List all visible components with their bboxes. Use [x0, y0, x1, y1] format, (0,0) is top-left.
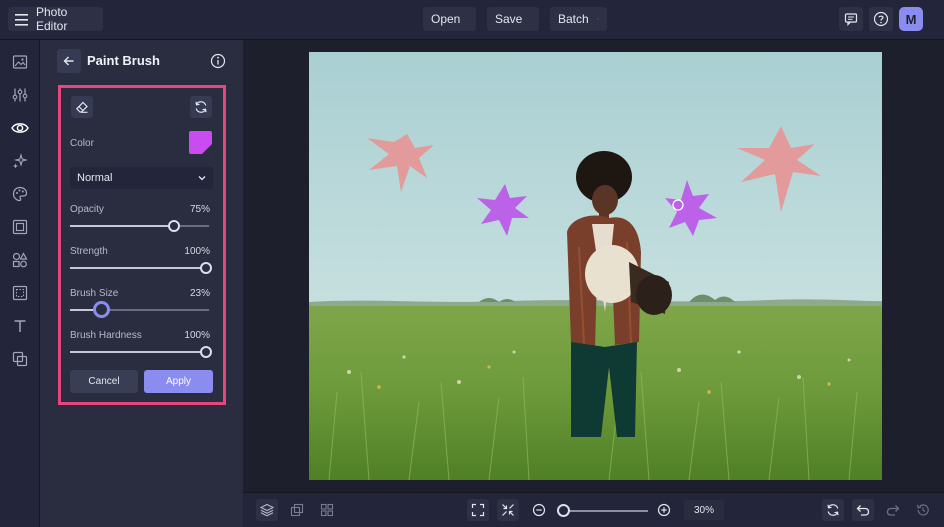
adjustments-icon[interactable]	[10, 85, 30, 105]
user-avatar[interactable]: M	[899, 7, 923, 31]
eraser-button[interactable]	[71, 96, 93, 118]
save-menu-button[interactable]: Save	[487, 7, 539, 31]
grid-icon	[320, 503, 334, 517]
chevron-down-icon	[530, 18, 531, 20]
refresh-icon	[195, 101, 207, 113]
history-button[interactable]	[912, 499, 934, 521]
fit-to-screen-button[interactable]	[467, 499, 489, 521]
color-label: Color	[70, 138, 94, 149]
opacity-slider-track[interactable]	[70, 225, 209, 227]
zoom-out-icon	[532, 503, 546, 517]
zoom-in-button[interactable]	[653, 499, 675, 521]
open-menu-label: Open	[431, 12, 461, 26]
back-button[interactable]	[57, 49, 81, 73]
layers-icon	[260, 503, 274, 517]
feedback-button[interactable]	[839, 7, 863, 31]
brush-hardness-slider-thumb[interactable]	[200, 346, 212, 358]
brush-size-value: 23%	[189, 288, 210, 299]
hamburger-menu-icon[interactable]	[15, 13, 29, 26]
brush-hardness-label: Brush Hardness	[70, 330, 142, 341]
collapse-icon	[502, 504, 514, 516]
eraser-icon	[75, 101, 88, 113]
image-icon[interactable]	[10, 52, 30, 72]
help-button[interactable]	[869, 7, 893, 31]
cancel-button[interactable]: Cancel	[70, 370, 138, 393]
batch-menu-button[interactable]: Batch	[550, 7, 607, 31]
app-title: Photo Editor	[36, 5, 68, 33]
refresh-icon	[827, 504, 839, 516]
brush-hardness-slider-track[interactable]	[70, 351, 209, 353]
apply-button[interactable]: Apply	[144, 370, 213, 393]
color-picker-swatch[interactable]	[189, 131, 212, 154]
undo-icon	[856, 505, 870, 516]
redo-button[interactable]	[882, 499, 904, 521]
compare-button[interactable]	[286, 499, 308, 521]
opacity-value: 75%	[189, 204, 210, 215]
actual-size-button[interactable]	[497, 499, 519, 521]
strength-slider-track[interactable]	[70, 267, 209, 269]
overlays-icon[interactable]	[10, 349, 30, 369]
redo-icon	[886, 505, 900, 516]
batch-menu-label: Batch	[558, 12, 589, 26]
chevron-down-icon	[198, 176, 206, 181]
textures-icon[interactable]	[10, 283, 30, 303]
brush-hardness-value: 100%	[184, 330, 210, 341]
panel-title: Paint Brush	[87, 53, 160, 68]
help-icon	[873, 11, 889, 27]
zoom-out-button[interactable]	[528, 499, 550, 521]
history-icon	[916, 504, 929, 516]
eye-icon[interactable]	[10, 118, 30, 138]
frames-icon[interactable]	[10, 217, 30, 237]
strength-slider-thumb[interactable]	[200, 262, 212, 274]
expand-icon	[471, 503, 485, 517]
strength-value: 100%	[184, 246, 210, 257]
comment-icon	[844, 13, 858, 26]
edited-photo	[309, 52, 882, 480]
zoom-percentage[interactable]: 30%	[684, 500, 724, 520]
blend-mode-select[interactable]: Normal	[70, 167, 213, 189]
compare-icon	[290, 503, 304, 517]
layers-button[interactable]	[256, 499, 278, 521]
arrow-left-icon	[63, 56, 74, 66]
graphics-shapes-icon[interactable]	[10, 250, 30, 270]
zoom-slider-track[interactable]	[557, 510, 648, 512]
info-icon[interactable]	[209, 52, 227, 70]
grid-view-button[interactable]	[316, 499, 338, 521]
sync-button[interactable]	[822, 499, 844, 521]
zoom-in-icon	[657, 503, 671, 517]
effects-sparkle-icon[interactable]	[10, 151, 30, 171]
artsy-palette-icon[interactable]	[10, 184, 30, 204]
zoom-slider-thumb[interactable]	[557, 504, 570, 517]
strength-label: Strength	[70, 246, 108, 257]
brush-size-label: Brush Size	[70, 288, 119, 299]
opacity-label: Opacity	[70, 204, 104, 215]
reset-button[interactable]	[190, 96, 212, 118]
blend-mode-value: Normal	[77, 172, 113, 184]
open-menu-button[interactable]: Open	[423, 7, 476, 31]
brush-size-slider-track[interactable]	[70, 309, 209, 311]
text-icon[interactable]	[10, 316, 30, 336]
save-menu-label: Save	[495, 12, 523, 26]
undo-button[interactable]	[852, 499, 874, 521]
photo-canvas[interactable]	[309, 52, 882, 480]
chevron-down-icon	[597, 18, 599, 20]
